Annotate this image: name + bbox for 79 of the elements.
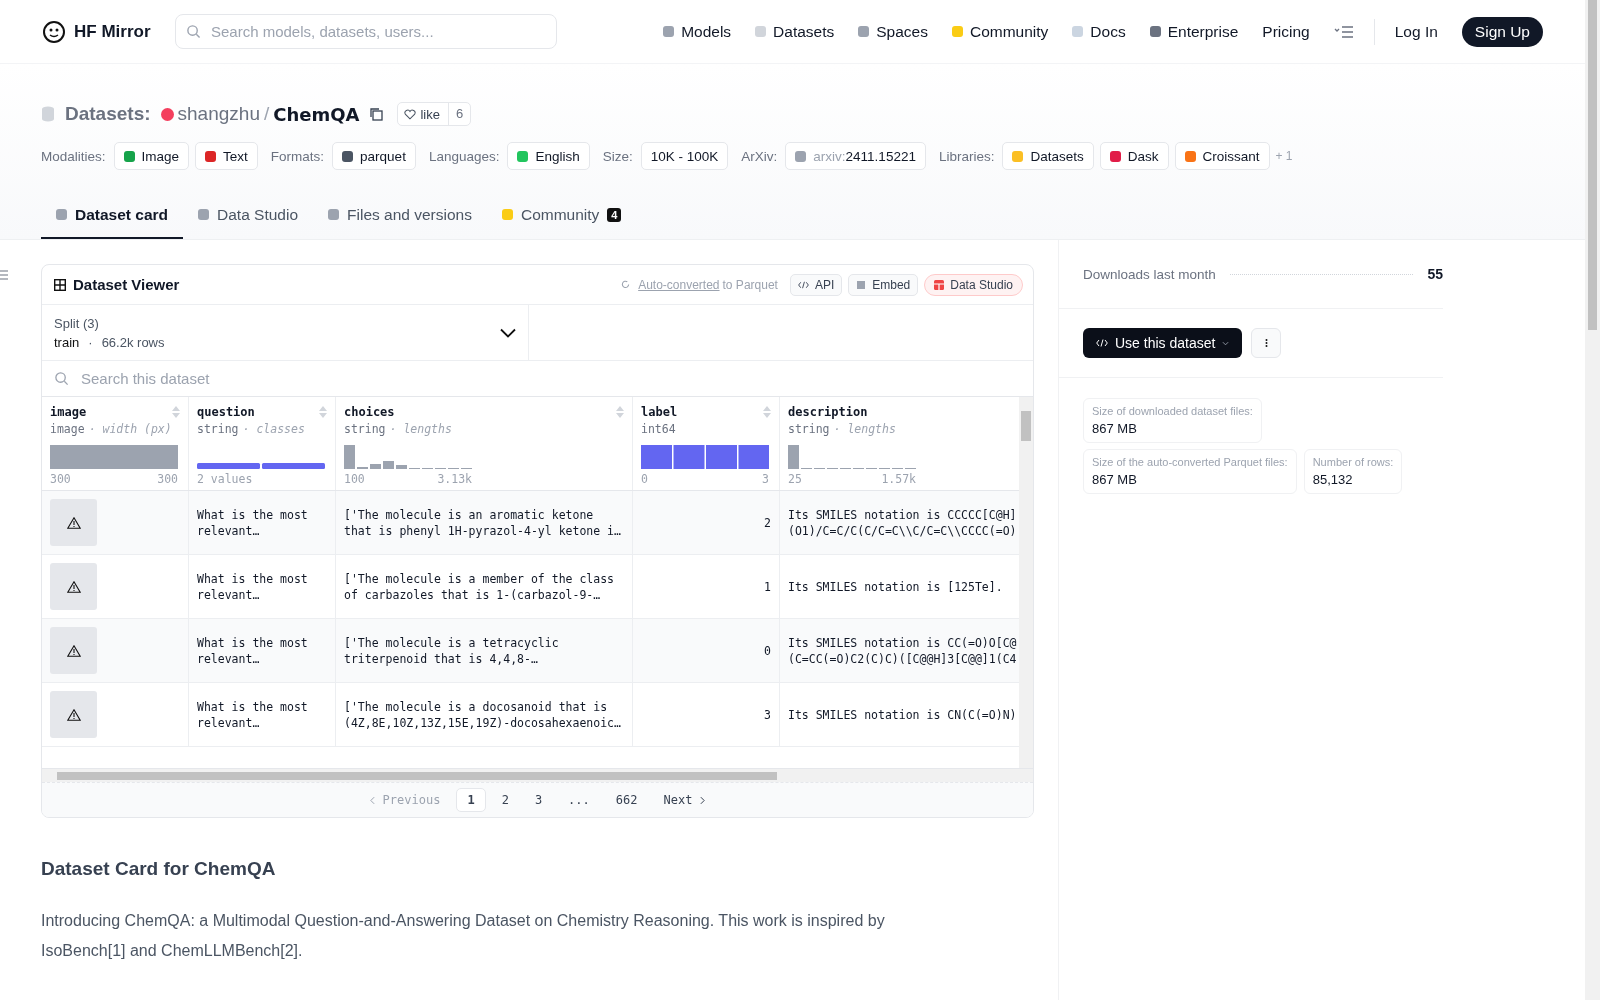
table-cell: What is the most relevant… [189, 683, 336, 746]
tag-chip[interactable]: Dask [1099, 142, 1169, 170]
stat-label: Number of rows: [1312, 456, 1394, 468]
tag-chip[interactable]: Datasets [1002, 142, 1094, 170]
logo[interactable]: HF Mirror [42, 19, 175, 44]
tag-group-label: Languages: [428, 148, 500, 164]
like-button[interactable]: like 6 [397, 102, 472, 126]
path-separator: / [263, 103, 270, 125]
nav-link[interactable]: Docs [1072, 22, 1126, 41]
table-cell: ['The molecule is an aromatic ketone that is phenyl 1H-pyrazol-4-yl ketone i… [336, 491, 633, 554]
stat-value: 867 MB [1092, 472, 1138, 487]
tag-group-label: Modalities: [41, 148, 106, 164]
table-cell-text: Its SMILES notation is CC(=O)O[C@ (C=CC(=O)C2(C)C)([C@@H]3[C@@]1(C4 [787, 634, 1018, 668]
table-cell-text: Its SMILES notation is CCCCC[C@H] (O1)/C=C/C(C/C=C\\C/C=C\\CCCC(=O) [787, 506, 1018, 540]
page-link[interactable]: ... [558, 789, 600, 811]
nav-link[interactable]: Enterprise [1149, 22, 1239, 41]
signup-button[interactable]: Sign Up [1461, 16, 1543, 47]
viewer-button[interactable]: Data Studio [924, 273, 1023, 296]
column-header[interactable]: choices string · lengths 100 3.13k [336, 397, 633, 490]
owner-link[interactable]: shangzhu [177, 103, 260, 125]
table-cell: ['The molecule is a tetracyclic triterpenoid that is 4,4,8-… [336, 619, 633, 682]
nav-link[interactable]: Spaces [858, 22, 928, 41]
stat-value: 85,132 [1312, 472, 1354, 487]
table-cell: 2 [764, 514, 771, 531]
stat-value: 867 MB [1092, 421, 1138, 436]
use-dataset-button[interactable]: Use this dataset [1083, 328, 1243, 358]
viewer-button[interactable]: API [789, 273, 843, 296]
table-cell-text: Its SMILES notation is [125Te]. [787, 578, 1004, 596]
page-link[interactable]: 662 [605, 789, 648, 811]
tag-chip[interactable]: parquet [332, 142, 416, 170]
column-header[interactable]: image image · width (px) 300 300 [42, 397, 189, 490]
tab[interactable]: Data Studio [183, 192, 314, 239]
tag-chip[interactable]: Croissant [1174, 142, 1270, 170]
table-cell: 3 [764, 706, 771, 723]
table-cell: What is the most relevant… [189, 491, 336, 554]
tab[interactable]: Files and versions [313, 192, 487, 239]
tag-group-label: Libraries: [938, 148, 995, 164]
table-cell: ['The molecule is a member of the class of carbazoles that is 1-(carbazol-9-… [336, 555, 633, 618]
viewer-button[interactable]: Embed [848, 273, 919, 296]
tag-chip[interactable]: Image [113, 142, 190, 170]
downloads-count: 55 [1427, 266, 1443, 282]
column-header[interactable]: label int64 0 3 [633, 397, 780, 490]
paragraph: Introducing ChemQA: a Multimodal Question-and-Answering Dataset on Chemistry Reasoning. This work is inspired by IsoBench[1] and ChemLLMBench[2]. [41, 911, 886, 961]
tab[interactable]: Community 4 [486, 192, 637, 239]
nav-link[interactable]: Datasets [755, 22, 835, 41]
section-label: Datasets: [65, 103, 151, 125]
login-link[interactable]: Log In [1394, 22, 1438, 41]
split-dropdown[interactable]: Split (3) train · 66.2k rows [42, 305, 529, 360]
tag-group-label: Size: [602, 148, 633, 164]
table-cell: What is the most relevant… [189, 619, 336, 682]
nav-link[interactable]: Community [951, 22, 1049, 41]
tag-chip[interactable]: Text [195, 142, 258, 170]
page-link[interactable]: 3 [524, 789, 553, 811]
downloads-label: Downloads last month [1083, 266, 1216, 282]
tag-group-label: Formats: [270, 148, 325, 164]
stat-label: Size of downloaded dataset files: [1092, 405, 1253, 417]
column-header[interactable]: question string · classes 2 values [189, 397, 336, 490]
tag-chip[interactable]: 10K - 100K [640, 142, 729, 170]
page-link[interactable]: 1 [456, 788, 486, 812]
count-badge: 4 [607, 207, 622, 222]
table-cell: 1 [764, 578, 771, 595]
next-page-link[interactable]: Next [653, 789, 695, 811]
column-header[interactable]: description string · lengths 25 1.57k [780, 397, 1019, 490]
nav-link[interactable]: Models [663, 22, 732, 41]
table-cell: ['The molecule is a docosanoid that is (4Z,8E,10Z,13Z,15E,19Z)-docosahexaenoic… [336, 683, 633, 746]
page-link[interactable]: 2 [491, 789, 519, 811]
tag-chip[interactable]: arxiv:2411.15221 [785, 142, 926, 170]
table-cell-text: Its SMILES notation is CN(C(=O)N) [787, 706, 1018, 724]
table-cell: What is the most relevant… [189, 555, 336, 618]
table-cell: 0 [764, 642, 771, 659]
stat-label: Size of the auto-converted Parquet files: [1092, 456, 1288, 468]
dataset-name[interactable]: ChemQA [273, 103, 360, 125]
tag-chip[interactable]: English [507, 142, 590, 170]
viewer-title: Dataset Viewer [54, 276, 180, 293]
section-heading: Dataset Card for ChemQA [41, 858, 277, 880]
tab[interactable]: Dataset card [41, 192, 184, 239]
nav-link[interactable]: Pricing [1262, 22, 1310, 41]
tag-group-label: ArXiv: [741, 148, 778, 164]
conversion-note: to Parquet [722, 277, 778, 292]
